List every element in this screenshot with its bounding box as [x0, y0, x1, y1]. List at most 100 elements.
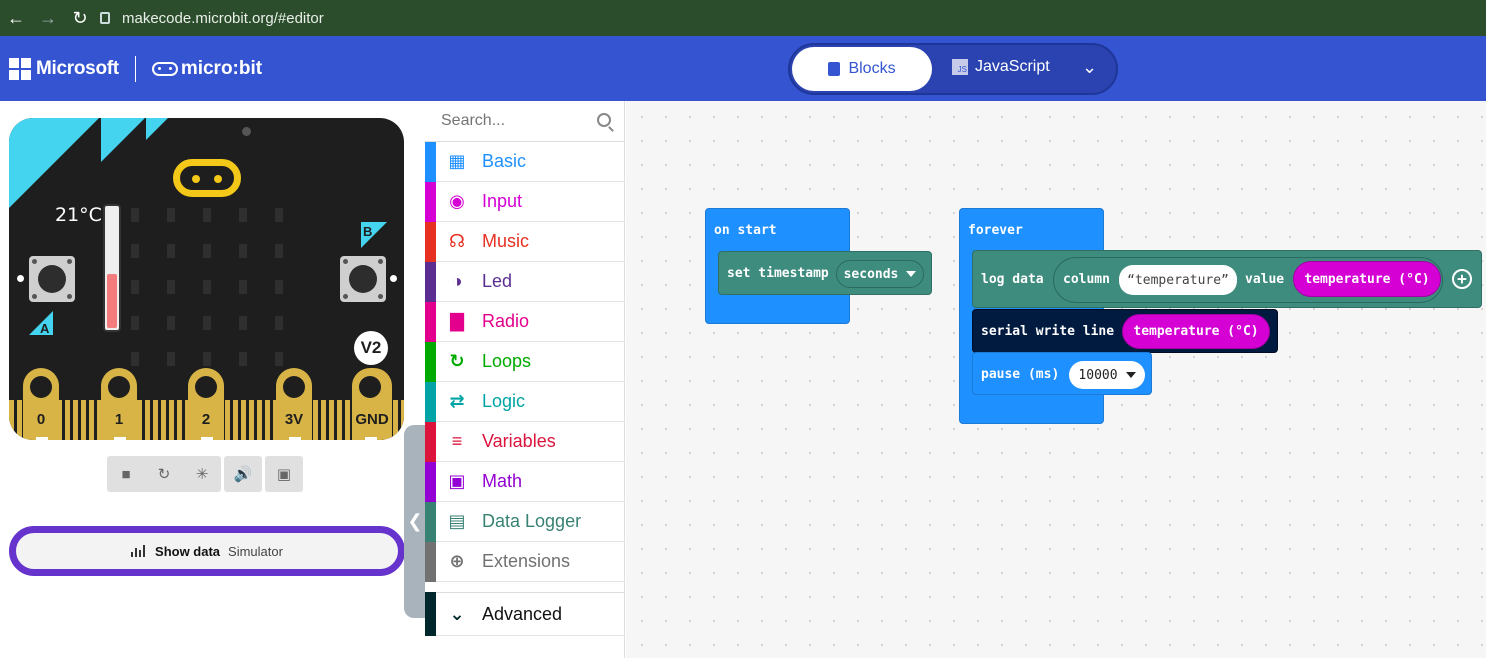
svg-text:B: B: [363, 224, 372, 239]
search-input[interactable]: [441, 112, 601, 130]
microphone-icon: [242, 127, 251, 136]
forever-label: forever: [968, 223, 1023, 238]
category-label: Advanced: [482, 603, 563, 624]
pin-0[interactable]: 0: [23, 368, 59, 440]
temperature-slider[interactable]: [103, 204, 121, 332]
pause-duration-dropdown[interactable]: 10000: [1069, 361, 1145, 389]
led-matrix: [131, 208, 285, 366]
microsoft-logo-icon: [9, 58, 31, 80]
value-label: value: [1245, 272, 1285, 287]
category-label: Data Logger: [482, 511, 582, 531]
category-radio[interactable]: ▇ Radio: [425, 301, 625, 342]
reload-icon[interactable]: ↻: [64, 8, 96, 29]
timestamp-unit-dropdown[interactable]: seconds: [836, 260, 924, 288]
category-advanced[interactable]: ⌄ Advanced: [425, 592, 625, 636]
set-timestamp-block[interactable]: set timestamp seconds: [718, 251, 932, 295]
back-icon[interactable]: ←: [0, 8, 32, 29]
lines-icon: ≡: [451, 431, 463, 451]
dropdown-caret-icon: [1125, 372, 1136, 378]
board-corner-decoration: [9, 118, 99, 208]
show-data-button[interactable]: Show data Simulator: [9, 526, 405, 576]
toolbox-search: [425, 101, 625, 142]
pin-3v[interactable]: 3V: [276, 368, 312, 440]
category-color-bar: [425, 592, 436, 636]
chevron-down-icon: ⌄: [449, 603, 465, 624]
blocks-workspace[interactable]: on start set timestamp seconds forever l…: [626, 101, 1486, 658]
category-data-logger[interactable]: ▤ Data Logger: [425, 501, 625, 542]
category-extensions[interactable]: ⊕ Extensions: [425, 541, 625, 582]
timestamp-unit-value: seconds: [843, 266, 899, 282]
signal-icon: ▇: [450, 311, 464, 331]
category-color-bar: [425, 381, 436, 422]
grid-icon: ▦: [448, 151, 466, 171]
javascript-tab[interactable]: JS JavaScript: [952, 58, 1050, 76]
touch-logo[interactable]: [173, 159, 241, 197]
debug-icon[interactable]: ✳: [183, 456, 221, 492]
category-math[interactable]: ▣ Math: [425, 461, 625, 502]
category-color-bar: [425, 341, 436, 382]
board-corner-decoration: [101, 118, 145, 162]
set-timestamp-label: set timestamp: [727, 266, 829, 281]
calculator-icon: ▣: [448, 471, 466, 491]
microbit-logo-icon: [151, 62, 178, 76]
category-color-bar: [425, 301, 436, 342]
brand-divider: [134, 56, 136, 82]
serial-write-line-block[interactable]: serial write line temperature (°C): [972, 309, 1278, 353]
log-data-block[interactable]: log data column “temperature” value temp…: [972, 250, 1482, 308]
version-badge: V2: [354, 331, 388, 365]
category-led[interactable]: ◑ Led: [425, 261, 625, 302]
category-label: Math: [482, 471, 523, 491]
category-color-bar: [425, 461, 436, 502]
fullscreen-icon[interactable]: ▣: [265, 456, 303, 492]
chart-icon: [131, 545, 147, 557]
collapse-simulator-button[interactable]: ❮: [404, 425, 426, 618]
button-b[interactable]: [340, 256, 386, 302]
pin-gnd[interactable]: GND: [352, 368, 392, 440]
brand[interactable]: Microsoft micro:bit: [9, 56, 262, 82]
show-data-sub: Simulator: [228, 543, 283, 559]
category-variables[interactable]: ≡ Variables: [425, 421, 625, 462]
category-label: Extensions: [482, 551, 571, 571]
category-color-bar: [425, 541, 436, 582]
pause-block[interactable]: pause (ms) 10000: [972, 352, 1152, 395]
pin-1[interactable]: 1: [101, 368, 137, 440]
category-loops[interactable]: ↻ Loops: [425, 341, 625, 382]
category-basic[interactable]: ▦ Basic: [425, 141, 625, 182]
category-music[interactable]: ☊ Music: [425, 221, 625, 262]
simulator-panel: 21°C A B V2 0 1 2 3V GND ■ ↻ ✳ 🔊 ▣ Show …: [0, 101, 425, 658]
category-label: Led: [482, 271, 513, 291]
log-data-label: log data: [981, 272, 1044, 287]
address-bar[interactable]: makecode.microbit.org/#editor: [100, 10, 324, 27]
blocks-tab[interactable]: Blocks: [792, 47, 932, 91]
puzzle-icon: [828, 62, 841, 76]
shuffle-icon: ⇄: [449, 391, 465, 411]
column-name-input[interactable]: “temperature”: [1119, 265, 1237, 295]
temperature-reporter[interactable]: temperature (°C): [1293, 261, 1441, 297]
button-a[interactable]: [29, 256, 75, 302]
search-icon[interactable]: [597, 113, 611, 127]
category-label: Radio: [482, 311, 530, 331]
board-corner-decoration: [146, 118, 168, 140]
add-column-icon[interactable]: +: [1452, 269, 1472, 289]
toggle-icon: ◑: [451, 271, 463, 291]
button-a-indicator: [17, 275, 24, 282]
sound-icon[interactable]: 🔊: [224, 456, 262, 492]
plus-circle-icon: ⊕: [449, 551, 465, 571]
category-label: Input: [482, 191, 523, 211]
stop-icon[interactable]: ■: [107, 456, 145, 492]
temperature-reporter-serial[interactable]: temperature (°C): [1122, 314, 1270, 349]
category-label: Logic: [482, 391, 526, 411]
app-header: Microsoft micro:bit Blocks JS JavaScript…: [0, 36, 1486, 101]
category-color-bar: [425, 261, 436, 302]
category-input[interactable]: ◉ Input: [425, 181, 625, 222]
pause-label: pause (ms): [981, 367, 1060, 382]
restart-icon[interactable]: ↻: [145, 456, 183, 492]
category-logic[interactable]: ⇄ Logic: [425, 381, 625, 422]
chevron-down-icon[interactable]: ⌄: [1082, 57, 1097, 78]
button-a-label: A: [29, 311, 53, 335]
category-color-bar: [425, 221, 436, 262]
forward-icon[interactable]: →: [32, 8, 64, 29]
pin-2[interactable]: 2: [188, 368, 224, 440]
serial-write-line-label: serial write line: [981, 324, 1115, 339]
category-color-bar: [425, 141, 436, 182]
